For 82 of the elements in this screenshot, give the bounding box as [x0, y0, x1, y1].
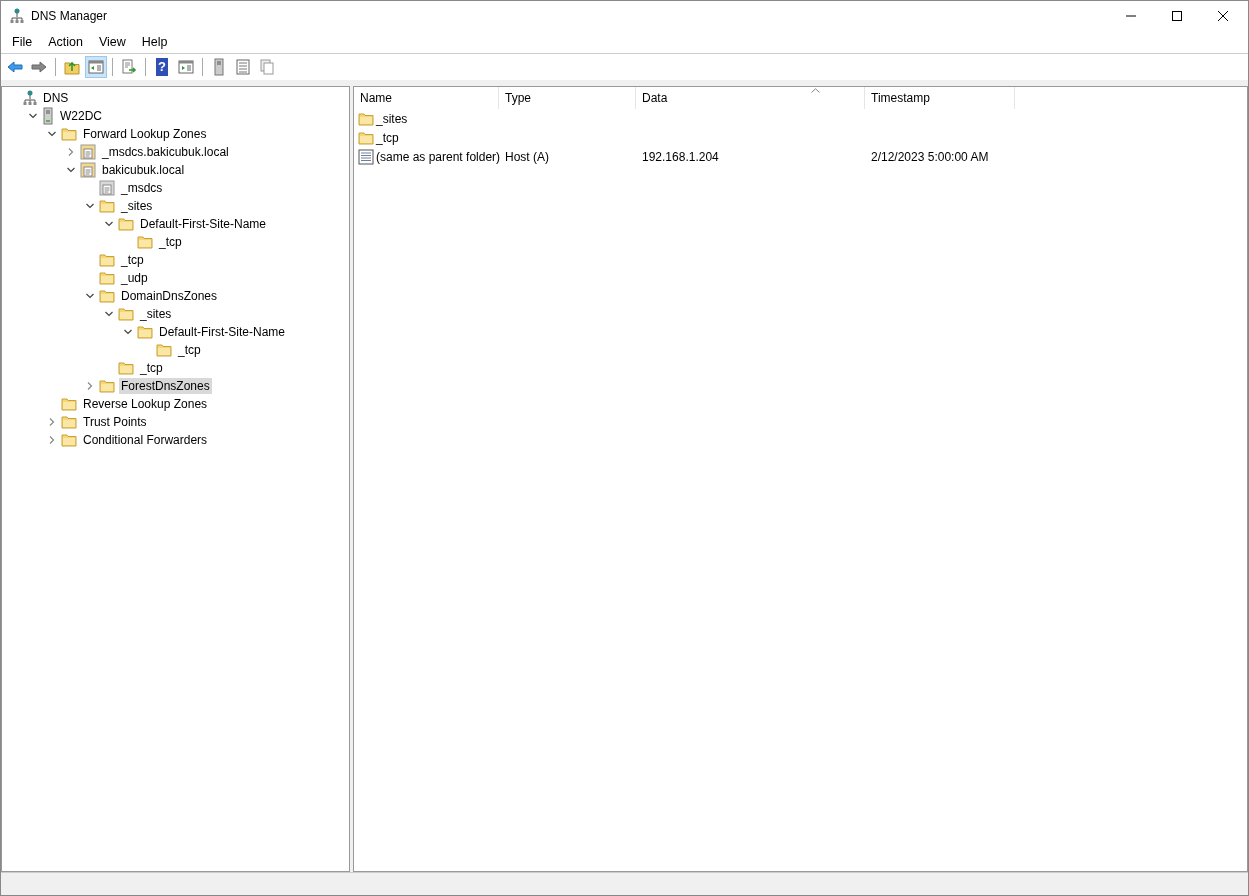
expand-chevron-icon[interactable] — [85, 381, 95, 391]
help-toolbar-button[interactable]: ? — [151, 56, 173, 78]
tree-item[interactable]: DomainDnsZones — [119, 288, 220, 304]
menu-item[interactable]: Action — [40, 35, 91, 49]
table-cell[interactable]: (same as parent folder) — [376, 149, 501, 164]
expand-chevron-icon[interactable] — [47, 435, 57, 445]
column-header[interactable]: Type — [499, 87, 636, 109]
folder-icon — [99, 199, 115, 213]
folder-icon — [99, 253, 115, 267]
collapse-chevron-icon[interactable] — [104, 219, 114, 229]
network-icon — [23, 90, 37, 106]
table-cell: 192.168.1.204 — [642, 149, 719, 164]
folder-icon — [61, 433, 77, 447]
folder-icon — [358, 130, 374, 145]
tree-item[interactable]: _sites — [138, 306, 174, 322]
column-header[interactable]: Name — [354, 87, 499, 109]
tree-item[interactable]: bakicubuk.local — [100, 162, 187, 178]
folder-icon — [99, 379, 115, 393]
close-icon[interactable] — [1217, 10, 1229, 22]
tree-item[interactable]: _sites — [119, 198, 155, 214]
folder-icon — [61, 127, 77, 141]
tree-item[interactable]: _msdcs.bakicubuk.local — [100, 144, 231, 160]
zone-file-icon — [99, 180, 115, 196]
tree-item[interactable]: _udp — [119, 270, 150, 286]
collapse-chevron-icon[interactable] — [123, 327, 133, 337]
maximize-icon[interactable] — [1171, 10, 1183, 22]
tree-item[interactable]: W22DC — [58, 108, 104, 124]
folder-icon — [61, 397, 77, 411]
record-icon — [358, 148, 374, 165]
server-icon — [42, 107, 54, 125]
list-icon — [234, 58, 252, 76]
tree-item[interactable]: Conditional Forwarders — [81, 432, 210, 448]
menu-item[interactable]: File — [4, 35, 41, 49]
tree-item[interactable]: _tcp — [119, 252, 146, 268]
folder-icon — [99, 289, 115, 303]
export-icon — [120, 58, 138, 76]
folder-icon — [137, 325, 153, 339]
tree-item[interactable]: Default-First-Site-Name — [157, 324, 288, 340]
tree-toolbar-button[interactable] — [85, 56, 107, 78]
column-header[interactable]: Timestamp — [865, 87, 1015, 109]
tree-item[interactable]: Default-First-Site-Name — [138, 216, 269, 232]
tree-item[interactable]: ForestDnsZones — [119, 378, 212, 394]
tree-item[interactable]: _msdcs — [119, 180, 165, 196]
folder-icon — [118, 307, 134, 321]
table-cell: Host (A) — [505, 149, 549, 164]
expand-chevron-icon[interactable] — [66, 147, 76, 157]
expand-chevron-icon[interactable] — [47, 417, 57, 427]
folder-icon — [118, 217, 134, 231]
network-icon — [10, 8, 24, 24]
tree-item[interactable]: Forward Lookup Zones — [81, 126, 209, 142]
menu-item[interactable]: View — [90, 35, 134, 49]
collapse-chevron-icon[interactable] — [85, 201, 95, 211]
column-header[interactable]: Data — [636, 87, 865, 109]
zone-file-icon — [80, 144, 96, 160]
table-cell: 2/12/2023 5:00:00 AM — [871, 149, 989, 164]
menu-item[interactable]: Help — [133, 35, 176, 49]
tree-item[interactable]: Trust Points — [81, 414, 149, 430]
folder-icon — [99, 271, 115, 285]
collapse-chevron-icon[interactable] — [104, 309, 114, 319]
pane-icon — [177, 58, 195, 76]
forward-icon — [30, 58, 48, 76]
copy-icon — [258, 58, 276, 76]
zone-file-icon — [80, 162, 96, 178]
collapse-chevron-icon[interactable] — [85, 291, 95, 301]
table-cell[interactable]: _tcp — [376, 130, 399, 145]
tree-item[interactable]: _tcp — [176, 342, 203, 358]
folder-icon — [61, 415, 77, 429]
back-icon — [6, 58, 24, 76]
folder-icon — [358, 111, 374, 126]
tree-item[interactable]: _tcp — [157, 234, 184, 250]
collapse-chevron-icon[interactable] — [47, 129, 57, 139]
window-title: DNS Manager — [31, 9, 108, 23]
tree-icon — [87, 58, 105, 76]
tree-item[interactable]: DNS — [41, 90, 71, 106]
collapse-chevron-icon[interactable] — [66, 165, 76, 175]
folder-icon — [118, 361, 134, 375]
tree-item[interactable]: _tcp — [138, 360, 165, 376]
tree-item[interactable]: Reverse Lookup Zones — [81, 396, 210, 412]
table-cell[interactable]: _sites — [376, 111, 408, 126]
collapse-chevron-icon[interactable] — [28, 111, 38, 121]
folder-icon — [137, 235, 153, 249]
folder-icon — [156, 343, 172, 357]
